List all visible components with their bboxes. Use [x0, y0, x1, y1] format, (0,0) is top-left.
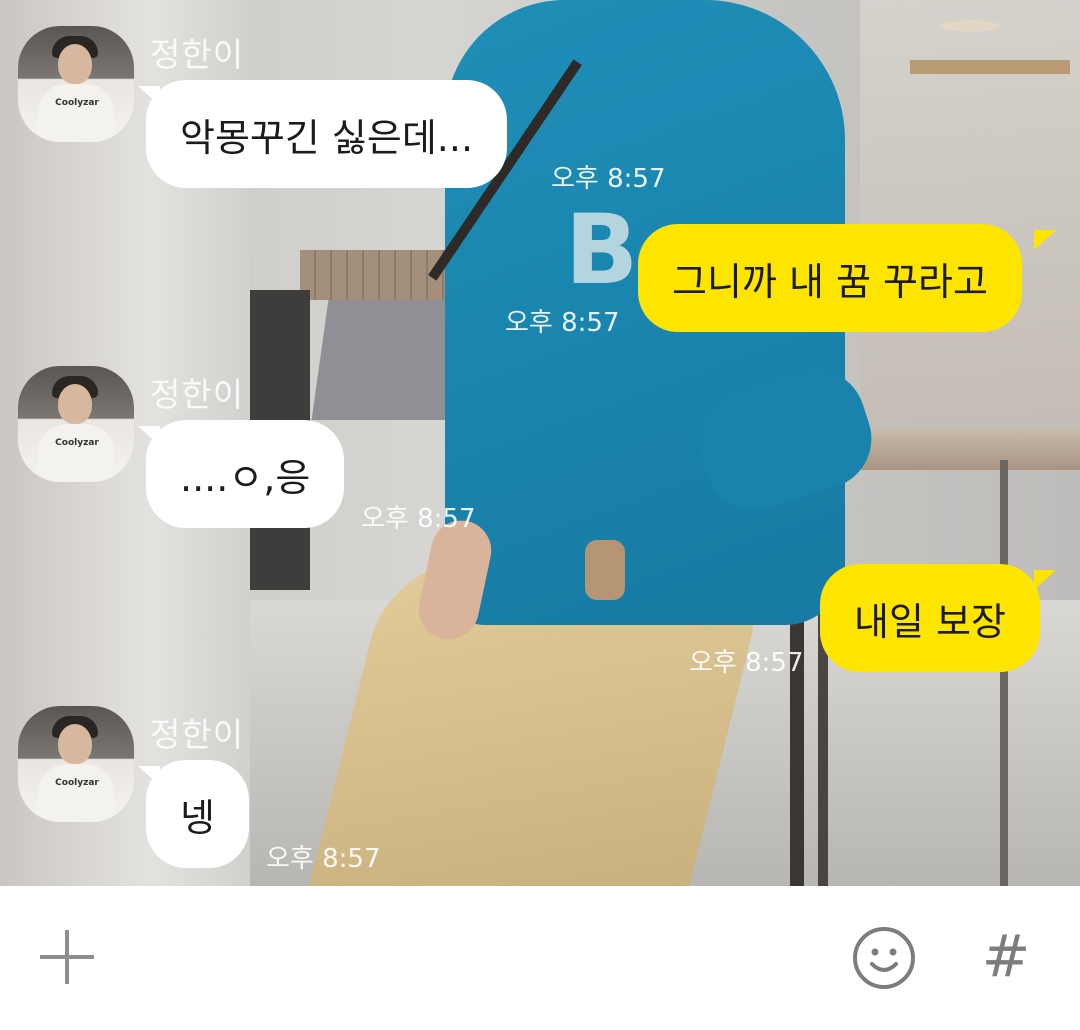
message-input-bar: [0, 886, 1080, 1030]
sender-avatar[interactable]: Coolyzar: [18, 366, 134, 482]
bubble-tail: [1034, 570, 1056, 590]
sender-name: 정한이: [150, 715, 245, 754]
message-bubble-incoming[interactable]: 넹: [146, 760, 249, 868]
message-time: 오후 8:57: [551, 164, 666, 194]
chat-screen: B Coolyzar 정한이 악몽꾸긴 싫은데... 오후 8:57 그니까 내…: [0, 0, 1080, 1030]
avatar-shirt-text: Coolyzar: [55, 778, 99, 788]
avatar-shirt-text: Coolyzar: [55, 438, 99, 448]
bubble-tail: [1034, 230, 1056, 250]
hash-icon[interactable]: #: [976, 920, 1036, 992]
sender-avatar[interactable]: Coolyzar: [18, 706, 134, 822]
message-time: 오후 8:57: [505, 308, 620, 338]
sender-name: 정한이: [150, 35, 245, 74]
sender-avatar[interactable]: Coolyzar: [18, 26, 134, 142]
avatar-shirt-text: Coolyzar: [55, 98, 99, 108]
message-bubble-outgoing[interactable]: 그니까 내 꿈 꾸라고: [638, 224, 1022, 332]
message-bubble-incoming[interactable]: 악몽꾸긴 싫은데...: [146, 80, 508, 188]
message-time: 오후 8:57: [689, 648, 804, 678]
message-time: 오후 8:57: [361, 504, 476, 534]
message-time: 오후 8:57: [266, 844, 381, 874]
message-bubble-incoming[interactable]: ....ㅇ,응: [146, 420, 345, 528]
plus-icon[interactable]: [40, 930, 94, 984]
sender-name: 정한이: [150, 375, 245, 414]
emoji-icon[interactable]: [852, 926, 916, 990]
message-bubble-outgoing[interactable]: 내일 보장: [820, 564, 1040, 672]
